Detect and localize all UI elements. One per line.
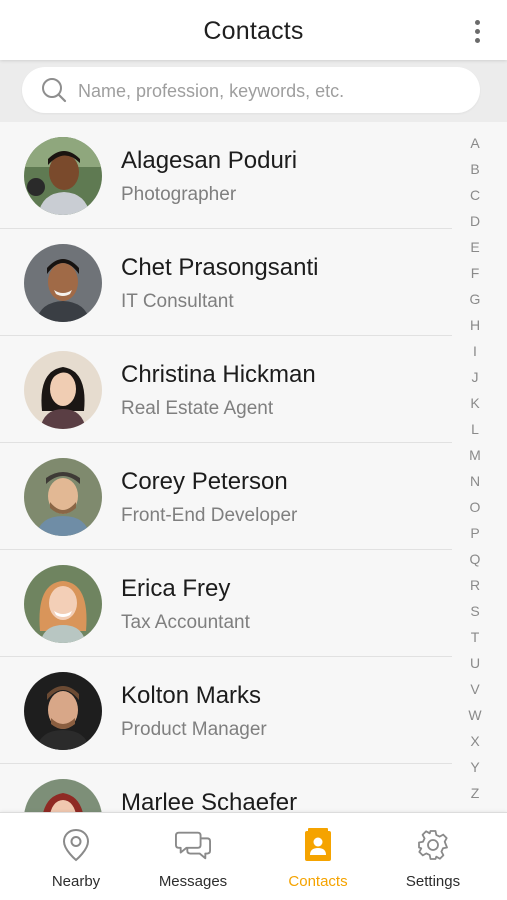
index-letter-n[interactable]: N: [465, 468, 485, 494]
index-letter-l[interactable]: L: [465, 416, 485, 442]
more-dot: [474, 28, 480, 34]
index-letter-d[interactable]: D: [465, 208, 485, 234]
gear-icon: [415, 827, 451, 863]
contact-role: Product Manager: [121, 719, 267, 740]
index-letter-x[interactable]: X: [465, 728, 485, 754]
contact-role: Real Estate Agent: [121, 398, 274, 419]
contact-role: Tax Accountant: [121, 612, 250, 633]
index-letter-b[interactable]: B: [465, 156, 485, 182]
avatar: [24, 137, 102, 215]
index-letter-s[interactable]: S: [465, 598, 485, 624]
index-letter-z[interactable]: Z: [465, 780, 485, 806]
index-letter-a[interactable]: A: [465, 130, 485, 156]
more-vertical-icon[interactable]: [469, 16, 485, 46]
contact-row[interactable]: Chet Prasongsanti IT Consultant: [0, 229, 458, 336]
contact-role: Photographer: [121, 184, 237, 205]
contact-list: Alagesan Poduri Photographer Chet Prason…: [0, 122, 458, 812]
page-title: Contacts: [203, 17, 304, 45]
index-letter-m[interactable]: M: [465, 442, 485, 468]
search-field[interactable]: [22, 67, 480, 115]
more-dot: [474, 37, 480, 43]
contact-row[interactable]: Alagesan Poduri Photographer: [0, 122, 458, 229]
index-letter-g[interactable]: G: [465, 286, 485, 312]
index-letter-o[interactable]: O: [465, 494, 485, 520]
index-letter-w[interactable]: W: [465, 702, 485, 728]
contact-row[interactable]: Marlee Schaefer: [0, 764, 458, 812]
index-letter-e[interactable]: E: [465, 234, 485, 260]
index-letter-u[interactable]: U: [465, 650, 485, 676]
contact-role: Front-End Developer: [121, 505, 298, 526]
contact-name: Alagesan Poduri: [121, 147, 298, 174]
index-letter-i[interactable]: I: [465, 338, 485, 364]
avatar: [24, 458, 102, 536]
contacts-book-icon: [300, 827, 336, 863]
search-icon: [42, 78, 67, 103]
tab-nearby[interactable]: Nearby: [13, 813, 139, 900]
avatar: [24, 244, 102, 322]
index-letter-r[interactable]: R: [465, 572, 485, 598]
avatar: [24, 779, 102, 812]
index-letter-j[interactable]: J: [465, 364, 485, 390]
contact-name: Corey Peterson: [121, 468, 288, 495]
contact-row[interactable]: Corey Peterson Front-End Developer: [0, 443, 458, 550]
contact-row[interactable]: Kolton Marks Product Manager: [0, 657, 458, 764]
index-letter-t[interactable]: T: [465, 624, 485, 650]
alphabet-index: A B C D E F G H I J K L M N O P Q R S T …: [465, 130, 485, 806]
bottom-tab-bar: Nearby Messages Contacts Settings: [0, 812, 507, 900]
tab-label: Contacts: [288, 873, 348, 890]
index-letter-v[interactable]: V: [465, 676, 485, 702]
index-letter-c[interactable]: C: [465, 182, 485, 208]
search-bar: [0, 60, 507, 122]
chat-bubbles-icon: [175, 827, 211, 863]
index-letter-f[interactable]: F: [465, 260, 485, 286]
search-input[interactable]: [76, 67, 470, 115]
contact-name: Erica Frey: [121, 575, 231, 602]
contact-row[interactable]: Christina Hickman Real Estate Agent: [0, 336, 458, 443]
tab-label: Settings: [405, 873, 461, 890]
index-letter-h[interactable]: H: [465, 312, 485, 338]
avatar: [24, 672, 102, 750]
tab-contacts[interactable]: Contacts: [255, 813, 381, 900]
contact-role: IT Consultant: [121, 291, 234, 312]
tab-label: Messages: [158, 873, 228, 890]
app-screen: Contacts Name, profession, keywords, etc…: [0, 0, 507, 900]
contact-name: Christina Hickman: [121, 361, 316, 388]
avatar: [24, 565, 102, 643]
avatar: [24, 351, 102, 429]
tab-label: Nearby: [51, 873, 101, 890]
index-letter-k[interactable]: K: [465, 390, 485, 416]
contact-name: Kolton Marks: [121, 682, 262, 709]
tab-settings[interactable]: Settings: [370, 813, 496, 900]
contact-name: Marlee Schaefer: [121, 789, 298, 812]
map-pin-icon: [58, 827, 94, 863]
index-letter-p[interactable]: P: [465, 520, 485, 546]
more-dot: [474, 19, 480, 25]
tab-messages[interactable]: Messages: [130, 813, 256, 900]
contact-name: Chet Prasongsanti: [121, 254, 319, 281]
header-bar: Contacts: [0, 0, 507, 60]
index-letter-q[interactable]: Q: [465, 546, 485, 572]
index-letter-y[interactable]: Y: [465, 754, 485, 780]
contact-row[interactable]: Erica Frey Tax Accountant: [0, 550, 458, 657]
